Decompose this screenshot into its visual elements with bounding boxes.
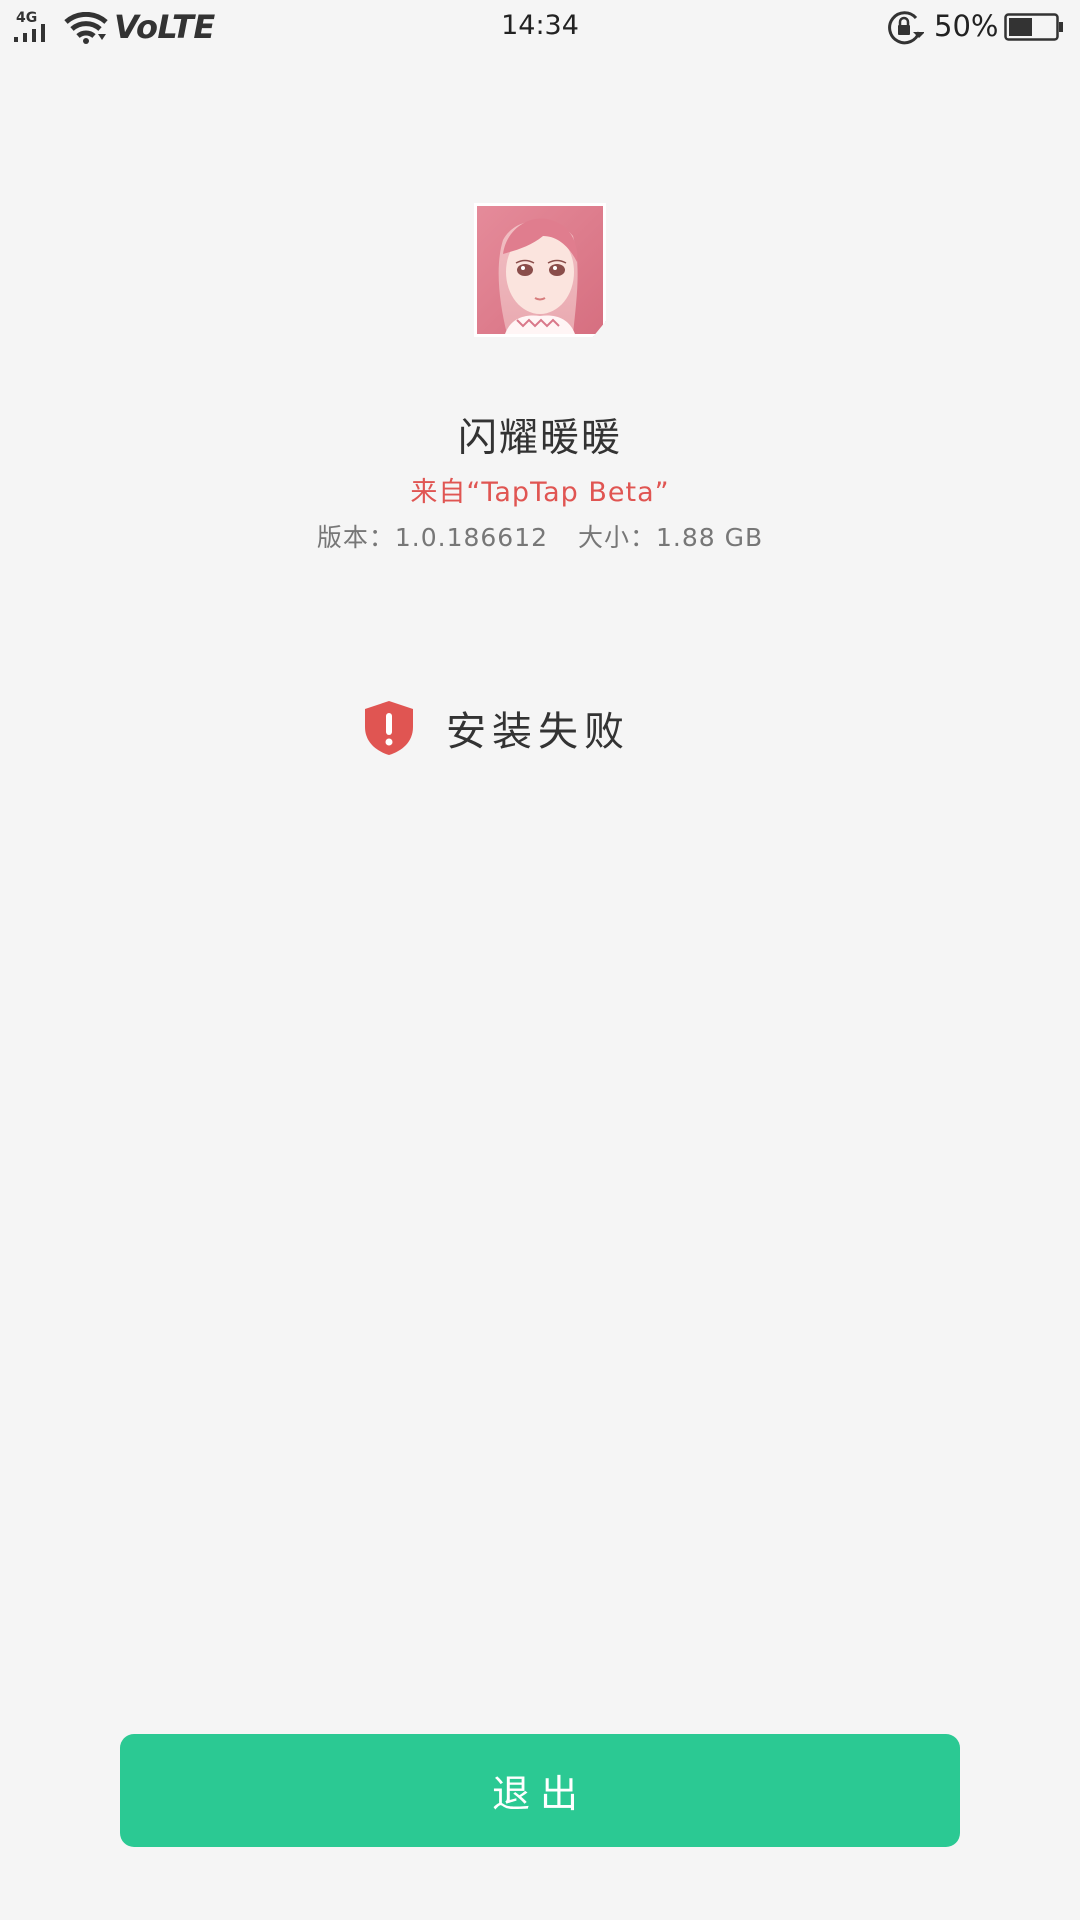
app-icon	[474, 203, 606, 337]
battery-percent: 50%	[934, 9, 999, 43]
rotation-lock-icon	[886, 10, 925, 50]
exit-button[interactable]: 退出	[120, 1734, 960, 1847]
shield-alert-icon	[362, 699, 416, 757]
install-status-text: 安装失败	[446, 709, 630, 755]
install-result-screen: 4G VoLTE 14:34 50% 闪耀暖暖 来自“TapTap Beta” …	[0, 0, 1080, 1920]
version-label: 版本：	[316, 523, 395, 552]
app-meta: 版本：1.0.186612 大小：1.88 GB	[0, 518, 1080, 554]
status-bar: 4G VoLTE 14:34 50%	[0, 0, 1080, 54]
size-label: 大小：	[578, 523, 657, 552]
version-value: 1.0.186612	[394, 523, 548, 552]
app-source: 来自“TapTap Beta”	[410, 477, 670, 508]
battery-icon	[1004, 13, 1064, 45]
app-name: 闪耀暖暖	[457, 416, 622, 461]
install-status: 安装失败	[362, 698, 630, 758]
size-value: 1.88 GB	[656, 523, 764, 552]
